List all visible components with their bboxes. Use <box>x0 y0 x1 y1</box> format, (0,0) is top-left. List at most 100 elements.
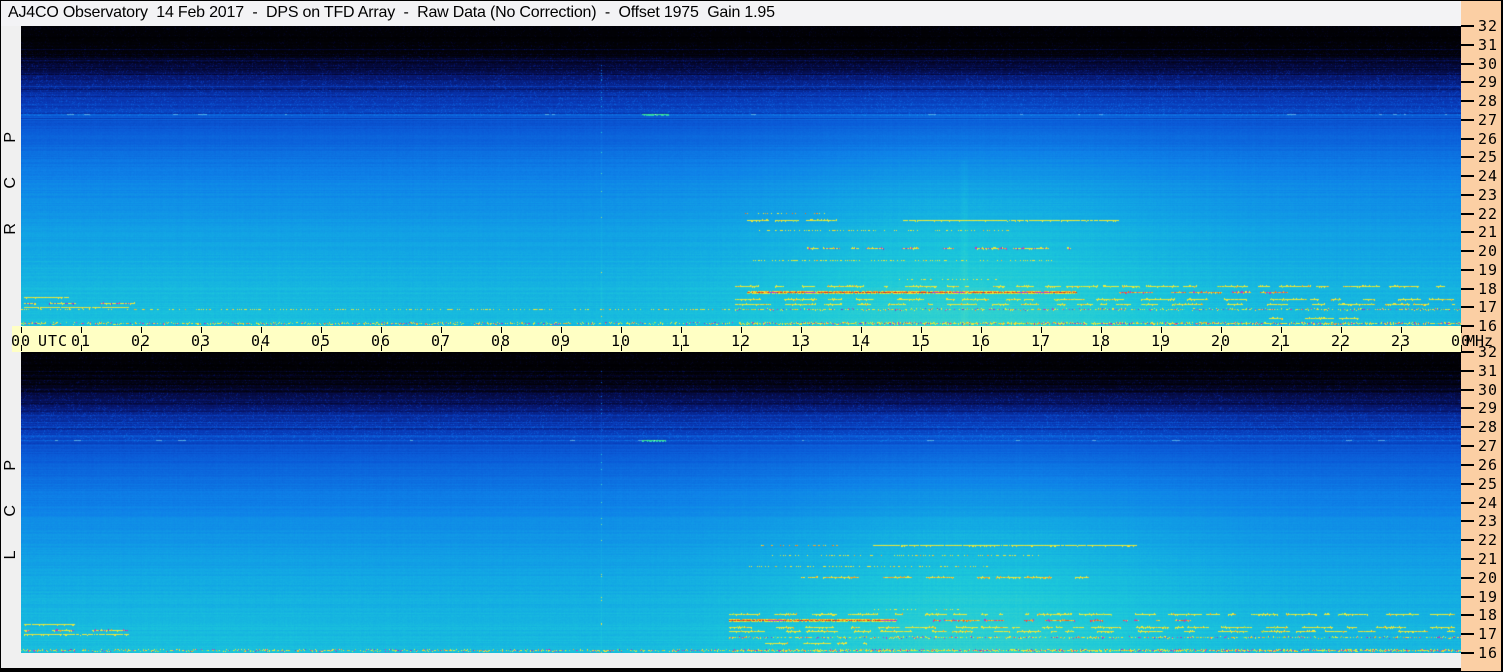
time-tick-label: 00 <box>10 332 32 350</box>
freq-tick-label: 24 <box>1478 494 1499 512</box>
time-tick-label: 20 <box>1210 332 1232 350</box>
lcp-axis-label: L C P <box>0 427 21 577</box>
freq-tick-label: 27 <box>1478 437 1499 455</box>
freq-tick-mark <box>1461 100 1474 102</box>
freq-tick-label: 29 <box>1478 399 1499 417</box>
freq-tick-mark <box>1461 426 1474 428</box>
freq-tick-label: 32 <box>1478 17 1499 35</box>
freq-tick-mark <box>1461 63 1474 65</box>
freq-tick-mark <box>1461 633 1474 635</box>
freq-tick-mark <box>1461 652 1474 654</box>
time-tick-label: 06 <box>370 332 392 350</box>
freq-tick-label: 19 <box>1478 588 1499 606</box>
time-tick-label: 10 <box>610 332 632 350</box>
time-tick-label: 15 <box>910 332 932 350</box>
utc-unit-label: UTC <box>38 332 69 350</box>
freq-tick-label: 26 <box>1478 456 1499 474</box>
time-tick-label: 02 <box>130 332 152 350</box>
freq-tick-label: 17 <box>1478 625 1499 643</box>
freq-tick-label: 23 <box>1478 186 1499 204</box>
freq-tick-label: 25 <box>1478 475 1499 493</box>
freq-tick-mark <box>1461 558 1474 560</box>
freq-tick-mark <box>1461 306 1474 308</box>
time-tick-label: 00 <box>1450 332 1472 350</box>
freq-tick-label: 17 <box>1478 298 1499 316</box>
freq-tick-label: 20 <box>1478 569 1499 587</box>
freq-tick-label: 26 <box>1478 130 1499 148</box>
freq-tick-mark <box>1461 502 1474 504</box>
time-tick-label: 08 <box>490 332 512 350</box>
time-tick-label: 19 <box>1150 332 1172 350</box>
freq-tick-label: 22 <box>1478 205 1499 223</box>
freq-tick-mark <box>1461 44 1474 46</box>
time-tick-label: 09 <box>550 332 572 350</box>
freq-tick-mark <box>1461 407 1474 409</box>
time-tick-label: 07 <box>430 332 452 350</box>
rcp-spectrogram-canvas <box>21 26 1461 326</box>
freq-tick-mark <box>1461 213 1474 215</box>
freq-tick-label: 30 <box>1478 381 1499 399</box>
time-tick-label: 11 <box>670 332 692 350</box>
freq-tick-mark <box>1461 269 1474 271</box>
freq-tick-label: 18 <box>1478 280 1499 298</box>
freq-tick-mark <box>1461 288 1474 290</box>
freq-tick-label: 23 <box>1478 512 1499 530</box>
freq-tick-label: 28 <box>1478 418 1499 436</box>
freq-tick-label: 21 <box>1478 550 1499 568</box>
freq-tick-mark <box>1461 464 1474 466</box>
freq-tick-label: 21 <box>1478 223 1499 241</box>
freq-tick-mark <box>1461 539 1474 541</box>
bottom-margin <box>1 653 1461 668</box>
title-bar: AJ4CO Observatory 14 Feb 2017 - DPS on T… <box>1 1 1461 26</box>
freq-tick-label: 22 <box>1478 531 1499 549</box>
freq-tick-mark <box>1461 520 1474 522</box>
time-tick-label: 23 <box>1390 332 1412 350</box>
freq-tick-label: 28 <box>1478 92 1499 110</box>
freq-tick-label: 18 <box>1478 606 1499 624</box>
time-tick-label: 21 <box>1270 332 1292 350</box>
rcp-axis-label: R C P <box>0 101 21 251</box>
freq-tick-mark <box>1461 483 1474 485</box>
freq-tick-label: 31 <box>1478 362 1499 380</box>
time-tick-label: 03 <box>190 332 212 350</box>
freq-tick-mark <box>1461 156 1474 158</box>
freq-tick-mark <box>1461 596 1474 598</box>
freq-tick-label: 19 <box>1478 261 1499 279</box>
freq-tick-mark <box>1461 81 1474 83</box>
freq-tick-mark <box>1461 445 1474 447</box>
freq-tick-mark <box>1461 250 1474 252</box>
freq-tick-mark <box>1461 351 1474 353</box>
time-tick-label: 01 <box>70 332 92 350</box>
freq-tick-label: 25 <box>1478 148 1499 166</box>
time-tick-label: 13 <box>790 332 812 350</box>
freq-tick-label: 16 <box>1478 317 1499 335</box>
lcp-label-text: L C P <box>1 444 19 560</box>
time-tick-label: 12 <box>730 332 752 350</box>
freq-tick-mark <box>1461 389 1474 391</box>
time-tick-label: 18 <box>1090 332 1112 350</box>
freq-tick-mark <box>1461 325 1474 327</box>
freq-tick-mark <box>1461 138 1474 140</box>
lcp-spectrogram-canvas <box>21 352 1461 653</box>
freq-tick-mark <box>1461 370 1474 372</box>
freq-tick-mark <box>1461 577 1474 579</box>
freq-tick-mark <box>1461 25 1474 27</box>
time-tick-label: 16 <box>970 332 992 350</box>
time-tick-label: 04 <box>250 332 272 350</box>
freq-tick-label: 32 <box>1478 343 1499 361</box>
freq-tick-mark <box>1461 175 1474 177</box>
freq-tick-mark <box>1461 231 1474 233</box>
app-window: AJ4CO Observatory 14 Feb 2017 - DPS on T… <box>0 0 1503 672</box>
freq-tick-label: 27 <box>1478 111 1499 129</box>
freq-tick-label: 24 <box>1478 167 1499 185</box>
freq-tick-label: 30 <box>1478 55 1499 73</box>
freq-tick-mark <box>1461 614 1474 616</box>
time-tick-label: 05 <box>310 332 332 350</box>
time-tick-label: 17 <box>1030 332 1052 350</box>
freq-tick-label: 20 <box>1478 242 1499 260</box>
freq-tick-label: 29 <box>1478 73 1499 91</box>
rcp-label-text: R C P <box>1 117 19 235</box>
time-tick-label: 14 <box>850 332 872 350</box>
freq-tick-mark <box>1461 194 1474 196</box>
time-tick-label: 22 <box>1330 332 1352 350</box>
